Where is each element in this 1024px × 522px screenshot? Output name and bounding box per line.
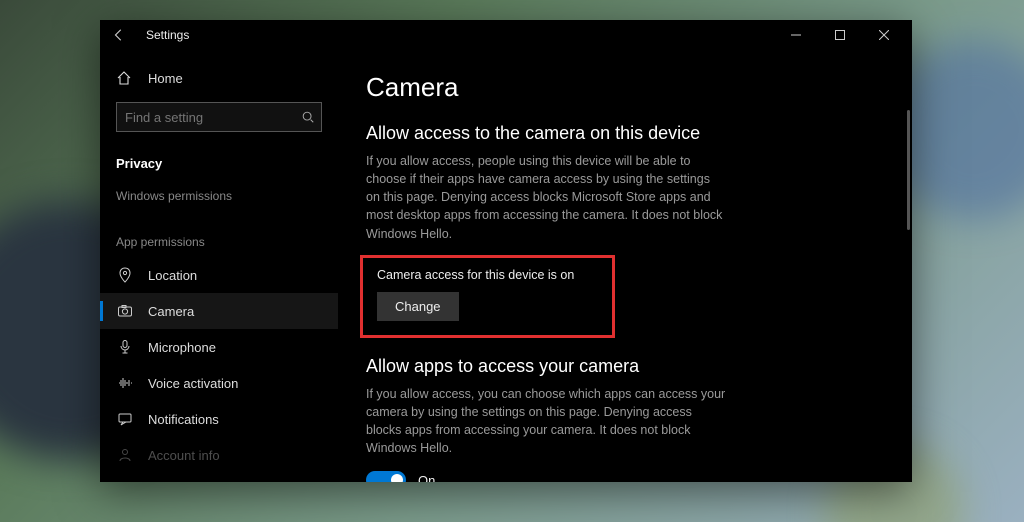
camera-icon [116,303,134,319]
apps-access-toggle[interactable] [366,471,406,482]
settings-window: Settings Home Privac [100,20,912,482]
search-box[interactable] [116,102,322,132]
microphone-icon [116,339,134,355]
minimize-button[interactable] [774,20,818,50]
apps-access-toggle-row: On [366,471,872,482]
voice-icon [116,375,134,391]
toggle-label: On [418,473,435,482]
window-title: Settings [146,28,189,42]
home-label: Home [148,71,183,86]
sidebar-item-label: Notifications [148,412,219,427]
sidebar-item-voice-activation[interactable]: Voice activation [100,365,338,401]
section2-body: If you allow access, you can choose whic… [366,385,726,458]
account-icon [116,447,134,463]
sidebar-item-label: Account info [148,448,220,463]
sidebar-item-label: Microphone [148,340,216,355]
sidebar-item-account-info[interactable]: Account info [100,437,338,465]
sidebar-item-microphone[interactable]: Microphone [100,329,338,365]
sidebar-item-label: Camera [148,304,194,319]
section2-heading: Allow apps to access your camera [366,356,872,377]
sidebar-item-label: Voice activation [148,376,238,391]
back-button[interactable] [112,28,136,42]
category-label: Privacy [100,146,338,179]
group-windows-permissions[interactable]: Windows permissions [100,179,338,211]
content-pane: Camera Allow access to the camera on thi… [338,50,912,482]
location-icon [116,267,134,283]
search-icon [301,110,315,124]
scrollbar[interactable] [907,110,910,230]
sidebar-item-label: Location [148,268,197,283]
change-button[interactable]: Change [377,292,459,321]
maximize-button[interactable] [818,20,862,50]
section1-body: If you allow access, people using this d… [366,152,726,243]
close-button[interactable] [862,20,906,50]
page-title: Camera [366,72,872,103]
home-nav[interactable]: Home [100,62,338,94]
search-input[interactable] [125,110,301,125]
device-access-block: Camera access for this device is on Chan… [360,255,615,338]
group-app-permissions: App permissions [100,225,338,257]
sidebar-item-camera[interactable]: Camera [100,293,338,329]
sidebar: Home Privacy Windows permissions App per… [100,50,338,482]
device-access-status: Camera access for this device is on [377,268,594,282]
titlebar: Settings [100,20,912,50]
sidebar-item-location[interactable]: Location [100,257,338,293]
notifications-icon [116,411,134,427]
section1-heading: Allow access to the camera on this devic… [366,123,872,144]
sidebar-item-notifications[interactable]: Notifications [100,401,338,437]
home-icon [116,70,134,86]
